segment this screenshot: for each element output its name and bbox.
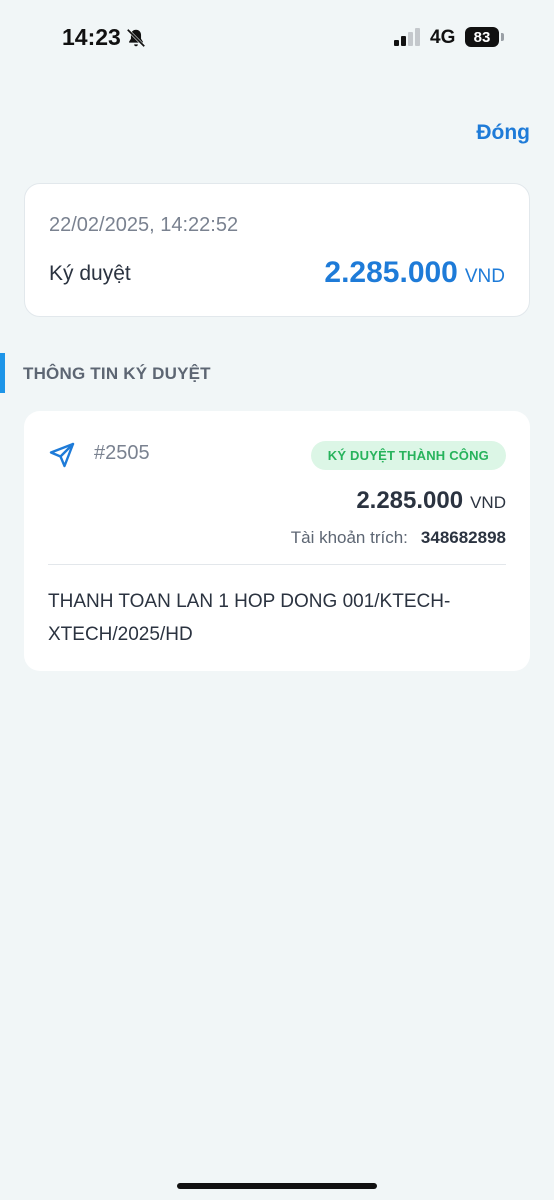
summary-currency: VND [464, 266, 505, 287]
summary-card: 22/02/2025, 14:22:52 Ký duyệt 2.285.000 … [24, 183, 530, 317]
status-badge: KÝ DUYỆT THÀNH CÔNG [310, 441, 506, 470]
summary-label: Ký duyệt [49, 262, 131, 285]
summary-amount-value: 2.285.000 [324, 256, 458, 289]
transaction-description: THANH TOAN LAN 1 HOP DONG 001/KTECH-XTEC… [48, 591, 451, 645]
debit-account-row: Tài khoản trích: 348682898 [291, 528, 506, 548]
approval-detail-card[interactable]: #2505 KÝ DUYỆT THÀNH CÔNG 2.285.000 VND … [24, 411, 530, 671]
status-bar: 14:23 4G 83 [0, 0, 554, 76]
section-accent-bar [0, 353, 5, 393]
section-title: THÔNG TIN KÝ DUYỆT [23, 364, 211, 383]
detail-amount-value: 2.285.000 [356, 487, 464, 514]
network-type: 4G [430, 27, 456, 48]
signal-icon [394, 28, 420, 46]
debit-account-number: 348682898 [420, 528, 506, 547]
detail-amount: 2.285.000 VND [356, 487, 506, 515]
divider [48, 564, 506, 565]
status-time: 14:23 [62, 24, 121, 50]
debit-account-label: Tài khoản trích: [290, 528, 408, 547]
battery-icon: 83 [465, 27, 499, 47]
battery-level: 83 [473, 28, 491, 46]
battery-tip [501, 33, 504, 41]
transaction-reference: #2505 [94, 442, 150, 464]
home-indicator[interactable] [177, 1183, 377, 1189]
send-icon [49, 442, 75, 468]
summary-datetime: 22/02/2025, 14:22:52 [49, 214, 239, 236]
close-button[interactable]: Đóng [476, 121, 530, 145]
bell-muted-icon [126, 28, 146, 48]
summary-amount: 2.285.000 VND [324, 256, 505, 290]
detail-currency: VND [470, 493, 506, 512]
